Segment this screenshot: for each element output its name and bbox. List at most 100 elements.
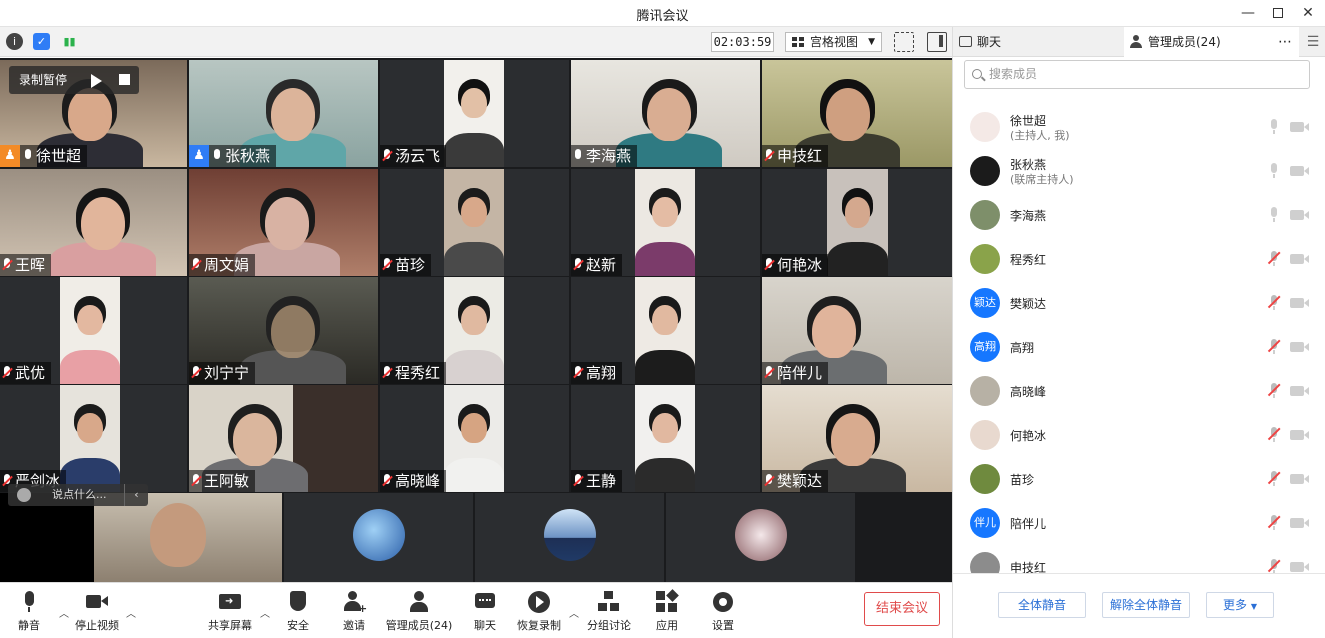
video-tile[interactable]: 王阿敏 (189, 385, 378, 492)
mute-button[interactable]: 静音 (14, 591, 44, 633)
avatar (970, 112, 1000, 142)
collapse-icon[interactable]: ‹ (124, 484, 148, 506)
member-row[interactable]: 伴儿 陪伴儿 (953, 501, 1325, 545)
menu-icon[interactable]: ☰ (1300, 27, 1325, 57)
video-tile[interactable] (666, 493, 855, 582)
settings-button[interactable]: 设置 (710, 591, 736, 633)
video-tile[interactable]: 程秀红 (380, 277, 569, 384)
video-tile[interactable]: 李海燕 (571, 60, 760, 167)
more-button[interactable]: 更多 ▼ (1206, 592, 1274, 618)
video-tile[interactable]: 樊颖达 (762, 385, 952, 492)
participant-name: 武优 (15, 364, 46, 382)
video-tile[interactable]: 王晖 (0, 169, 187, 276)
tab-chat[interactable]: 聊天 (953, 27, 1123, 57)
unmute-all-button[interactable]: 解除全体静音 (1102, 592, 1190, 618)
close-icon[interactable]: ✕ (1296, 3, 1320, 23)
manage-members-button[interactable]: 管理成员(24) (384, 591, 454, 633)
member-row[interactable]: 高晓峰 (953, 369, 1325, 413)
video-tile[interactable]: 武优 (0, 277, 187, 384)
participant-face (825, 87, 870, 141)
shield-icon[interactable]: ✓ (33, 33, 50, 50)
security-button[interactable]: 安全 (284, 591, 312, 633)
emoji-icon[interactable] (17, 488, 31, 502)
participant-nametag: ♟ 徐世超 (0, 145, 88, 167)
camera-icon[interactable] (1290, 562, 1309, 572)
camera-icon[interactable] (1290, 122, 1309, 132)
signal-icon[interactable]: ▮▮ (61, 33, 78, 50)
video-tile[interactable]: 王静 (571, 385, 760, 492)
microphone-icon[interactable] (1268, 163, 1280, 179)
avatar (970, 200, 1000, 230)
camera-icon[interactable] (1290, 166, 1309, 176)
camera-icon[interactable] (1290, 474, 1309, 484)
video-tile[interactable]: 陪伴儿 (762, 277, 952, 384)
camera-icon[interactable] (1290, 254, 1309, 264)
info-icon[interactable]: i (6, 33, 23, 50)
maximize-icon[interactable] (1266, 3, 1290, 23)
video-tile[interactable]: 严剑冰 (0, 385, 187, 492)
chevron-up-icon[interactable]: ︿ (59, 605, 69, 620)
camera-icon[interactable] (1290, 210, 1309, 220)
more-icon[interactable]: ⋯ (1278, 27, 1293, 57)
camera-icon[interactable] (1290, 430, 1309, 440)
avatar (970, 464, 1000, 494)
share-screen-button[interactable]: ➜ 共享屏幕 (205, 591, 255, 633)
member-name: 樊颖达 (1010, 297, 1047, 311)
tab-members[interactable]: 管理成员(24) ⋯ (1124, 27, 1299, 57)
participant-avatar (543, 509, 596, 561)
chevron-up-icon[interactable]: ︿ (126, 605, 136, 620)
video-tile[interactable] (475, 493, 664, 582)
video-tile[interactable]: 高翔 (571, 277, 760, 384)
sidebar-toggle-icon[interactable] (927, 32, 947, 52)
participant-nametag: 汤云飞 (380, 145, 447, 167)
video-tile[interactable]: 刘宁宁 (189, 277, 378, 384)
play-icon[interactable] (91, 74, 102, 88)
video-tile[interactable]: 赵新 (571, 169, 760, 276)
panel-tabs: 聊天 管理成员(24) ⋯ ☰ (953, 27, 1325, 57)
view-mode-dropdown[interactable]: 宫格视图 ▼ (785, 32, 882, 52)
chat-input[interactable]: 说点什么... ‹ (8, 484, 148, 506)
chevron-up-icon[interactable]: ︿ (260, 605, 270, 620)
minimize-icon[interactable]: — (1236, 3, 1260, 23)
camera-icon[interactable] (1290, 342, 1309, 352)
video-tile[interactable] (0, 493, 282, 582)
breakout-button[interactable]: 分组讨论 (586, 591, 632, 633)
video-tile[interactable]: 高晓峰 (380, 385, 569, 492)
microphone-icon[interactable] (1268, 207, 1280, 223)
participant-name: 刘宁宁 (204, 364, 250, 382)
member-row[interactable]: 高翔 高翔 (953, 325, 1325, 369)
invite-button[interactable]: + 邀请 (340, 591, 368, 633)
video-tile[interactable]: 苗珍 (380, 169, 569, 276)
video-tile[interactable]: 何艳冰 (762, 169, 952, 276)
participant-body (443, 457, 505, 492)
member-row[interactable]: 颖达 樊颖达 (953, 281, 1325, 325)
microphone-icon (18, 591, 40, 613)
stop-icon[interactable] (119, 74, 130, 85)
chevron-up-icon[interactable]: ︿ (569, 605, 579, 620)
video-tile[interactable]: 周文娟 (189, 169, 378, 276)
camera-icon[interactable] (1290, 518, 1309, 528)
member-row[interactable]: 苗珍 (953, 457, 1325, 501)
member-search-input[interactable]: 搜索成员 (964, 60, 1310, 89)
member-row[interactable]: 徐世超 (主持人, 我) (953, 105, 1325, 149)
microphone-icon[interactable] (1268, 119, 1280, 135)
muted-microphone-icon (191, 258, 201, 272)
video-tile[interactable]: 申技红 (762, 60, 952, 167)
video-tile[interactable]: 汤云飞 (380, 60, 569, 167)
video-tile[interactable]: ♟ 张秋燕 (189, 60, 378, 167)
member-row[interactable]: 程秀红 (953, 237, 1325, 281)
member-row[interactable]: 何艳冰 (953, 413, 1325, 457)
stop-video-button[interactable]: 停止视频 (72, 591, 122, 633)
mute-all-button[interactable]: 全体静音 (998, 592, 1086, 618)
camera-icon[interactable] (1290, 386, 1309, 396)
camera-icon[interactable] (1290, 298, 1309, 308)
video-tile[interactable] (284, 493, 473, 582)
resume-recording-button[interactable]: 恢复录制 (515, 591, 563, 633)
apps-button[interactable]: 应用 (654, 589, 680, 633)
member-row[interactable]: 张秋燕 (联席主持人) (953, 149, 1325, 193)
end-meeting-button[interactable]: 结束会议 (864, 592, 940, 626)
fullscreen-icon[interactable] (894, 32, 914, 52)
chat-button[interactable]: 聊天 (472, 591, 498, 633)
member-row[interactable]: 李海燕 (953, 193, 1325, 237)
play-circle-icon (528, 591, 550, 613)
